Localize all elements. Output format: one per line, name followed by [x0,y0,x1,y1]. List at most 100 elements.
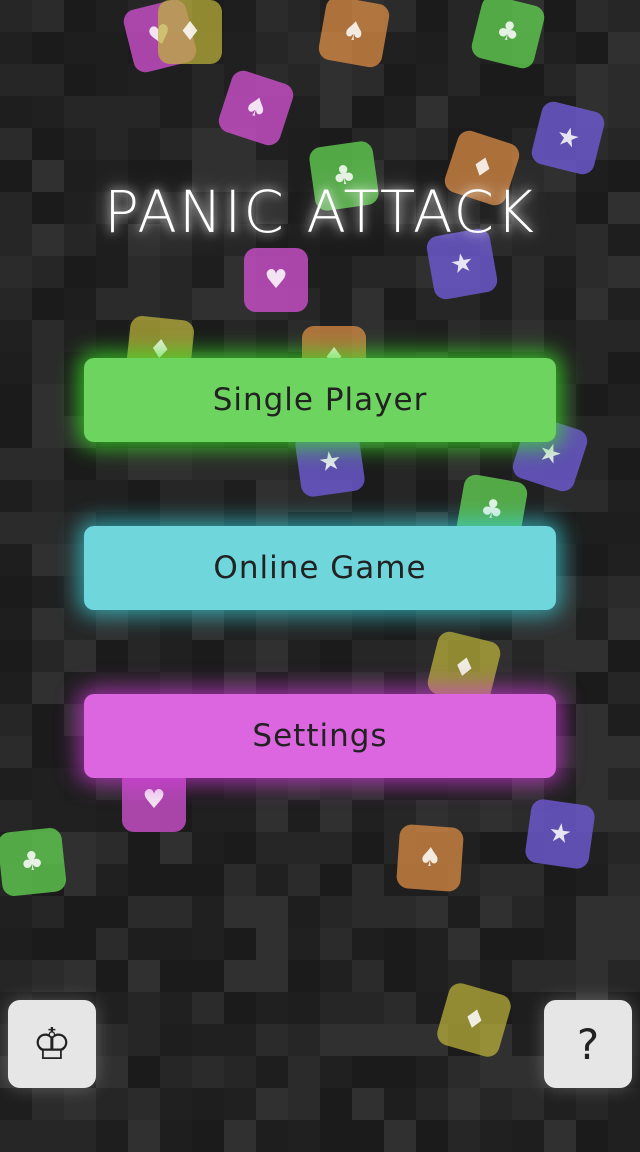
background-cell [160,128,192,160]
background-cell [384,480,416,512]
game-title: PANIC ATTACK [103,178,537,246]
background-cell [32,320,64,352]
background-cell [352,992,384,1024]
background-cell [192,864,224,896]
background-cell [0,544,32,576]
background-cell [576,640,608,672]
background-cell [128,896,160,928]
background-cell [0,640,32,672]
background-cell [96,64,128,96]
background-cell [320,864,352,896]
background-cell [224,896,256,928]
background-cell [608,128,640,160]
background-cell [64,1088,96,1120]
background-cell [608,800,640,832]
background-cell [608,640,640,672]
background-cell [128,256,160,288]
background-cell [416,0,448,32]
background-cell [576,672,608,704]
background-cell [320,608,352,640]
background-cell [192,608,224,640]
background-cell [32,544,64,576]
background-cell [480,1088,512,1120]
background-cell [608,352,640,384]
background-cell [160,864,192,896]
background-cell [448,896,480,928]
falling-card-tile: ♥ [244,248,308,312]
background-cell [544,288,576,320]
background-cell [64,1120,96,1152]
background-cell [32,288,64,320]
background-cell [320,640,352,672]
background-cell [192,896,224,928]
background-cell [352,640,384,672]
card-suit-icon: ♣ [18,845,46,879]
background-cell [608,288,640,320]
background-cell [96,1120,128,1152]
background-cell [256,832,288,864]
background-cell [64,832,96,864]
leaderboard-button[interactable]: ♔ [8,1000,96,1088]
background-cell [160,608,192,640]
background-cell [128,448,160,480]
background-cell [384,608,416,640]
background-cell [576,576,608,608]
background-cell [32,256,64,288]
background-cell [544,0,576,32]
background-cell [64,448,96,480]
background-cell [576,704,608,736]
background-cell [352,864,384,896]
background-cell [256,896,288,928]
background-cell [160,928,192,960]
card-suit-icon: ★ [534,436,566,472]
background-cell [192,1120,224,1152]
background-cell [0,480,32,512]
single-player-button[interactable]: Single Player [84,358,556,442]
background-cell [0,1088,32,1120]
background-cell [160,480,192,512]
settings-button[interactable]: Settings [84,694,556,778]
background-cell [608,704,640,736]
background-cell [480,896,512,928]
background-cell [512,64,544,96]
background-cell [320,64,352,96]
background-cell [32,384,64,416]
background-cell [256,1024,288,1056]
online-game-button[interactable]: Online Game [84,526,556,610]
background-cell [96,128,128,160]
background-cell [352,1024,384,1056]
background-cell [608,512,640,544]
background-cell [160,288,192,320]
background-cell [480,608,512,640]
background-cell [0,928,32,960]
background-cell [544,64,576,96]
background-cell [256,864,288,896]
background-cell [224,800,256,832]
background-cell [256,1120,288,1152]
help-button[interactable]: ? [544,1000,632,1088]
background-cell [96,832,128,864]
background-cell [576,544,608,576]
background-cell [256,320,288,352]
background-cell [576,512,608,544]
background-cell [608,736,640,768]
background-cell [608,1120,640,1152]
background-cell [128,992,160,1024]
background-cell [608,32,640,64]
background-cell [448,96,480,128]
background-cell [352,960,384,992]
background-cell [608,256,640,288]
background-cell [32,960,64,992]
background-cell [32,672,64,704]
background-cell [128,1088,160,1120]
background-cell [352,1088,384,1120]
background-cell [512,928,544,960]
background-cell [576,928,608,960]
background-cell [288,1056,320,1088]
background-cell [256,32,288,64]
background-cell [544,608,576,640]
background-cell [576,736,608,768]
background-cell [0,416,32,448]
background-cell [416,1056,448,1088]
background-cell [384,1024,416,1056]
